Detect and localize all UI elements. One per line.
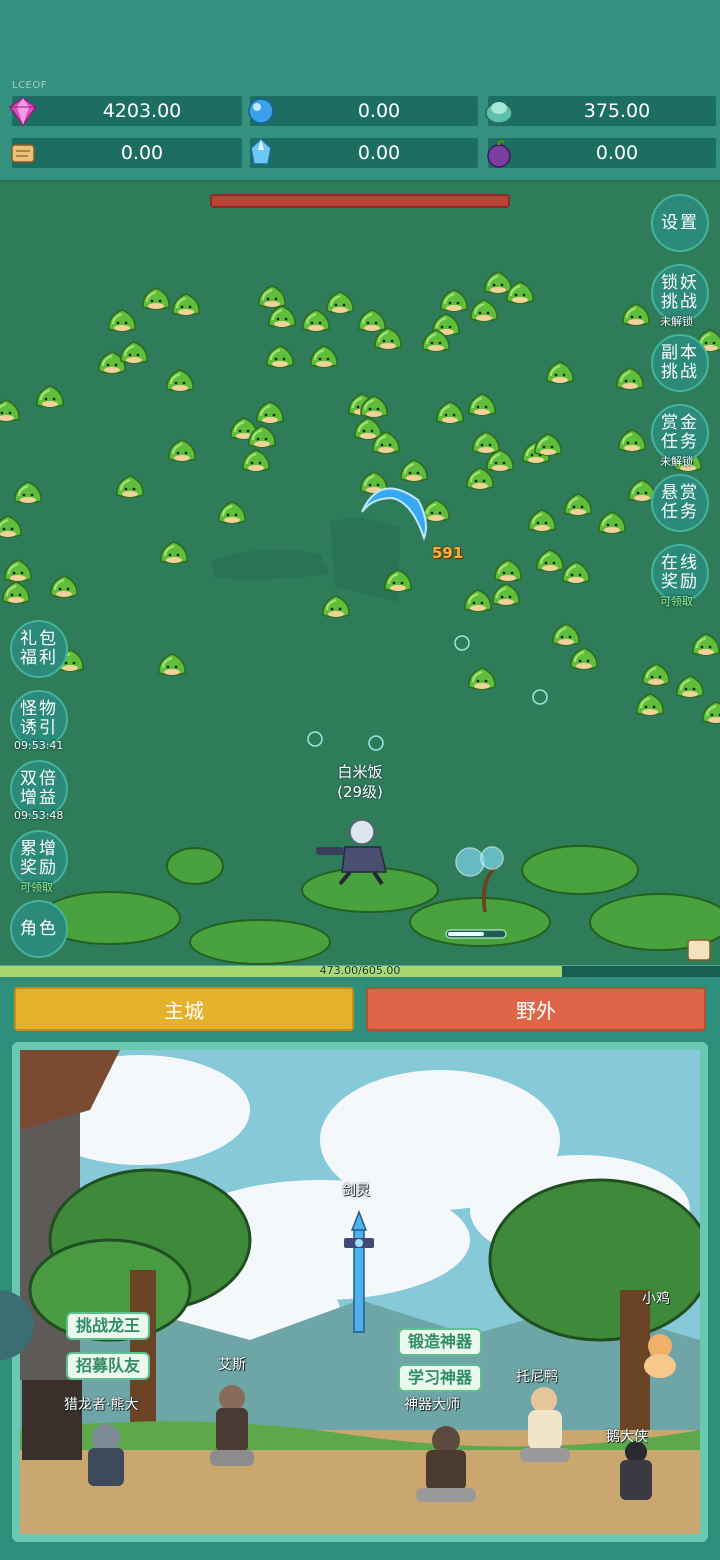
damage-number: 591 [432,544,464,562]
town-panel: 剑灵 挑战龙王 招募队友 锻造神器 学习神器 艾斯 猎龙者·熊大 神器大师 托尼… [12,1042,708,1542]
resource-crystal: 0.00 [248,96,478,126]
bounty-status: 未解锁 [660,455,693,468]
accum-reward-label: 累增奖励 [20,839,58,878]
dungeon-label: 副本挑战 [661,343,699,382]
resource-orb: 375.00 [485,96,716,126]
reward-task-label: 悬赏任务 [661,483,699,522]
town-scene: 剑灵 挑战龙王 招募队友 锻造神器 学习神器 艾斯 猎龙者·熊大 神器大师 托尼… [20,1050,700,1534]
forge-artifact-button[interactable]: 锻造神器 [398,1328,483,1356]
reward-task-button[interactable]: 悬赏任务 [651,474,709,532]
battle-scene [0,271,720,965]
battle-field[interactable]: 591 白米饭 (29级) 设置 锁妖挑战 未解锁 副本挑战 赏金任务 未解锁 … [0,180,720,965]
monster-lure-timer: 09:53:41 [14,739,64,752]
settings-button[interactable]: 设置 [651,194,709,252]
ice-value: 0.00 [357,142,401,164]
gift-label: 礼包福利 [20,629,58,668]
resource-diamond: 4203.00 [8,96,242,127]
challenge-dragon-button[interactable]: 挑战龙王 [66,1312,151,1340]
npc-hunter-label[interactable]: 猎龙者·熊大 [64,1394,138,1414]
player-level: (29级) [337,783,383,801]
lock-demon-label: 锁妖挑战 [661,273,699,312]
ice-crystal-icon [250,137,272,165]
learn-artifact-button[interactable]: 学习神器 [398,1364,483,1392]
monster-lure-label: 怪物诱引 [20,699,58,738]
crystal-value: 0.00 [357,100,401,122]
orb-value: 375.00 [583,100,651,122]
settings-label: 设置 [661,212,699,233]
resource-fruit: 0.00 [487,138,716,168]
online-reward-label: 在线奖励 [661,553,699,592]
diamond-value: 4203.00 [102,100,182,122]
pink-diamond-icon [8,97,38,127]
double-boost-label: 双倍增益 [20,769,58,808]
accum-reward-status: 可领取 [20,881,53,894]
npc-tony-label[interactable]: 托尼鸭 [516,1366,558,1386]
npc-chick-label[interactable]: 小鸡 [642,1288,670,1308]
online-reward-status: 可领取 [660,595,693,608]
sword-spirit-label[interactable]: 剑灵 [342,1180,370,1200]
character-button[interactable]: 角色 [10,900,68,958]
xp-bar: 473.00/605.00 [0,965,720,977]
dungeon-button[interactable]: 副本挑战 [651,334,709,392]
main-city-tab[interactable]: 主城 [14,987,354,1031]
wild-tab[interactable]: 野外 [366,987,706,1031]
purple-fruit-icon [487,140,511,168]
scroll-icon [11,144,35,163]
player-nameplate: 白米饭 (29级) [320,762,400,802]
blue-crystal-icon [248,98,274,124]
recruit-team-button[interactable]: 招募队友 [66,1352,151,1380]
character-label: 角色 [20,918,58,939]
npc-hunter [88,1424,124,1486]
lock-demon-status: 未解锁 [660,315,693,328]
resource-ice: 0.00 [250,137,478,168]
teal-orb-icon [485,102,513,124]
resource-scroll: 0.00 [11,138,242,168]
scroll-value: 0.00 [120,142,164,164]
corner-tag: LCEOF [12,80,47,91]
gift-button[interactable]: 礼包福利 [10,620,68,678]
town-background [20,1050,700,1534]
book-icon [687,939,711,961]
npc-master-label[interactable]: 神器大师 [404,1394,460,1414]
npc-aisi-label[interactable]: 艾斯 [218,1354,246,1374]
player-name: 白米饭 [337,763,383,781]
bounty-label: 赏金任务 [661,413,699,452]
xp-text: 473.00/605.00 [319,964,401,977]
double-boost-timer: 09:53:48 [14,809,64,822]
fruit-value: 0.00 [595,142,639,164]
npc-goose-label[interactable]: 鹅大侠 [606,1426,648,1446]
